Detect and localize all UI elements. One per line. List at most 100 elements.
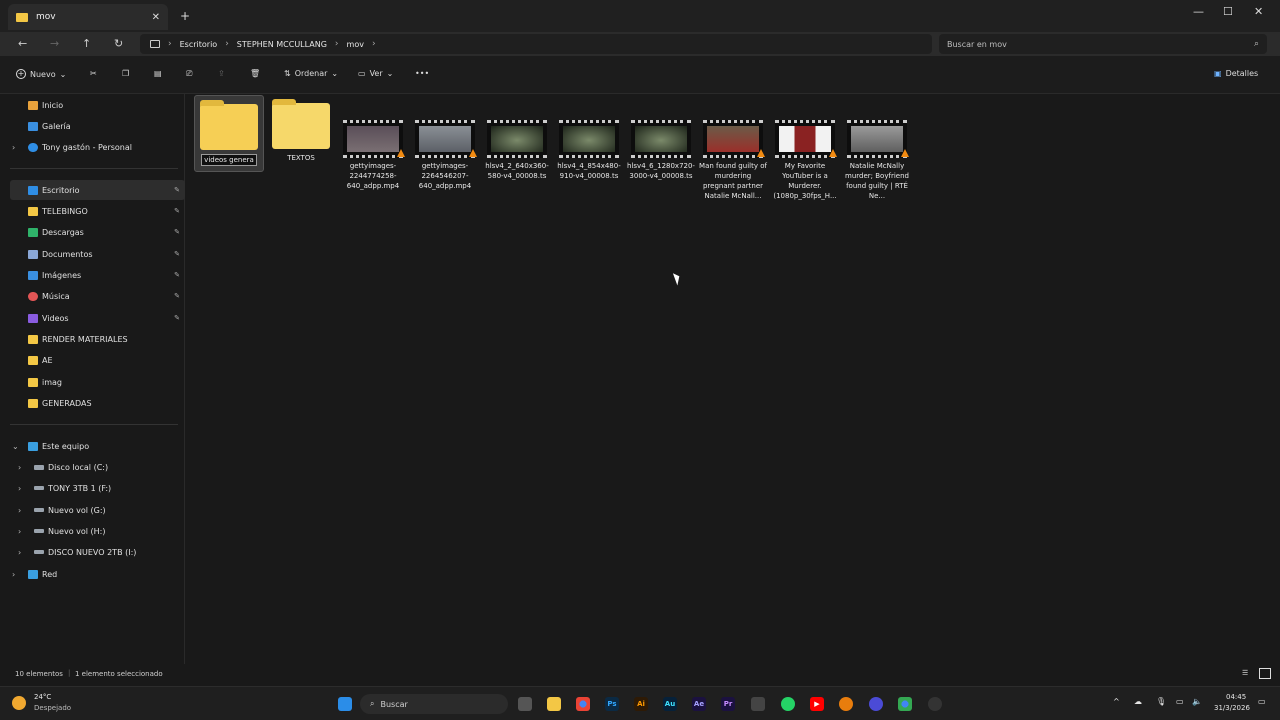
maximize-button[interactable]: ☐ xyxy=(1223,5,1233,18)
sidebar-item-imagenes[interactable]: Imágenes ✎ xyxy=(0,265,185,285)
file-item-video[interactable]: My Favorite YouTuber is a Murderer. (108… xyxy=(770,120,840,201)
notification-icon[interactable]: ▭ xyxy=(1258,697,1266,706)
sidebar-item-render-materiales[interactable]: RENDER MATERIALES xyxy=(0,329,185,349)
task-view-icon[interactable] xyxy=(518,697,532,711)
weather-icon[interactable] xyxy=(12,696,26,710)
chrome-icon[interactable] xyxy=(898,697,912,711)
drive-icon xyxy=(34,550,44,554)
file-item-video[interactable]: Man found guilty of murdering pregnant p… xyxy=(698,120,768,201)
sidebar-item-videos[interactable]: Videos ✎ xyxy=(0,308,185,328)
sidebar-item-este-equipo[interactable]: ⌄ Este equipo xyxy=(0,436,185,456)
breadcrumb-stephen[interactable]: STEPHEN MCCULLANG xyxy=(237,40,327,49)
rename-icon[interactable]: ⎚ xyxy=(186,69,192,79)
sort-button[interactable]: ⇅ Ordenar ⌄ xyxy=(284,69,338,78)
file-item-video[interactable]: hlsv4_6_1280x720-3000-v4_00008.ts xyxy=(626,120,696,181)
up-button[interactable]: ↑ xyxy=(82,37,91,50)
app-icon[interactable] xyxy=(869,697,883,711)
new-button[interactable]: + Nuevo ⌄ xyxy=(16,69,66,79)
file-item-video[interactable]: gettyimages-2244774258-640_adpp.mp4 xyxy=(338,120,408,191)
sidebar-item-red[interactable]: › Red xyxy=(0,564,185,584)
new-tab-button[interactable]: + xyxy=(180,9,190,23)
file-item-video[interactable]: hlsv4_2_640x360-580-v4_00008.ts xyxy=(482,120,552,181)
minimize-button[interactable]: — xyxy=(1193,5,1204,18)
app-icon[interactable] xyxy=(751,697,765,711)
taskbar-search[interactable]: ⌕ Buscar xyxy=(360,694,508,714)
microphone-icon[interactable]: 🎙 xyxy=(1156,697,1166,706)
chevron-right-icon[interactable]: › xyxy=(12,570,15,579)
sidebar-item-imag[interactable]: imag xyxy=(0,372,185,392)
chevron-right-icon[interactable]: › xyxy=(12,143,15,152)
details-button[interactable]: ▣ Detalles xyxy=(1214,69,1258,78)
whatsapp-icon[interactable] xyxy=(781,697,795,711)
file-item-folder[interactable]: TEXTOS xyxy=(266,95,336,163)
close-tab-button[interactable]: ✕ xyxy=(152,12,160,23)
file-explorer-icon[interactable] xyxy=(547,697,561,711)
copy-icon[interactable]: ❐ xyxy=(122,69,129,78)
file-view[interactable]: videos genera TEXTOS gettyimages-2244774… xyxy=(186,94,1280,664)
view-button[interactable]: ▭ Ver ⌄ xyxy=(358,69,393,78)
sidebar-item-drive-f[interactable]: › TONY 3TB 1 (F:) xyxy=(0,478,185,498)
sidebar-item-ae[interactable]: AE xyxy=(0,350,185,370)
refresh-button[interactable]: ↻ xyxy=(114,37,123,50)
tiles-view-icon[interactable] xyxy=(1259,668,1271,679)
chevron-right-icon[interactable]: › xyxy=(18,484,21,493)
sidebar-item-drive-i[interactable]: › DISCO NUEVO 2TB (I:) xyxy=(0,542,185,562)
onedrive-icon[interactable]: ☁ xyxy=(1134,697,1142,706)
breadcrumb[interactable]: › Escritorio › STEPHEN MCCULLANG › mov › xyxy=(140,34,932,54)
clock-date[interactable]: 31/3/2026 xyxy=(1214,704,1250,712)
volume-icon[interactable]: 🔈 xyxy=(1192,697,1202,706)
drive-icon xyxy=(34,486,44,490)
after-effects-icon[interactable]: Ae xyxy=(692,697,706,711)
cut-icon[interactable]: ✂ xyxy=(90,69,97,78)
sidebar-item-telebingo[interactable]: TELEBINGO ✎ xyxy=(0,201,185,221)
back-button[interactable]: ← xyxy=(18,37,27,50)
sidebar-item-onedrive[interactable]: › Tony gastón - Personal xyxy=(0,137,185,157)
details-view-icon[interactable]: ☰ xyxy=(1242,669,1248,677)
photoshop-icon[interactable]: Ps xyxy=(605,697,619,711)
chevron-right-icon[interactable]: › xyxy=(18,527,21,536)
file-item-folder[interactable]: videos genera xyxy=(194,95,264,172)
chevron-right-icon[interactable]: › xyxy=(18,463,21,472)
file-item-video[interactable]: hlsv4_4_854x480-910-v4_00008.ts xyxy=(554,120,624,181)
illustrator-icon[interactable]: Ai xyxy=(634,697,648,711)
folder-icon xyxy=(28,398,38,408)
sidebar-item-documentos[interactable]: Documentos ✎ xyxy=(0,244,185,264)
sidebar-item-escritorio[interactable]: Escritorio ✎ xyxy=(10,180,185,200)
paste-icon[interactable]: ▤ xyxy=(154,69,162,78)
chevron-down-icon[interactable]: ⌄ xyxy=(12,442,19,451)
rename-input[interactable]: videos genera xyxy=(201,154,257,166)
file-item-video[interactable]: gettyimages-2264546207-640_adpp.mp4 xyxy=(410,120,480,191)
search-input[interactable]: Buscar en mov ⌕ xyxy=(939,34,1267,54)
close-window-button[interactable]: ✕ xyxy=(1254,5,1263,18)
audition-icon[interactable]: Au xyxy=(663,697,677,711)
sidebar-item-galeria[interactable]: Galería xyxy=(0,116,185,136)
breadcrumb-mov[interactable]: mov xyxy=(347,40,364,49)
clock-time[interactable]: 04:45 xyxy=(1226,693,1246,701)
sidebar-item-drive-g[interactable]: › Nuevo vol (G:) xyxy=(0,500,185,520)
share-icon[interactable]: ⇪ xyxy=(218,69,225,78)
chevron-right-icon[interactable]: › xyxy=(372,39,376,49)
start-icon[interactable] xyxy=(338,697,352,711)
chevron-right-icon[interactable]: › xyxy=(18,506,21,515)
chevron-up-icon[interactable]: ^ xyxy=(1113,697,1120,706)
sidebar-item-drive-h[interactable]: › Nuevo vol (H:) xyxy=(0,521,185,541)
chevron-right-icon[interactable]: › xyxy=(18,548,21,557)
sidebar-item-inicio[interactable]: Inicio xyxy=(0,95,185,115)
sidebar-item-musica[interactable]: Música ✎ xyxy=(0,286,185,306)
settings-icon[interactable] xyxy=(928,697,942,711)
chrome-icon[interactable] xyxy=(576,697,590,711)
youtube-icon[interactable]: ▶ xyxy=(810,697,824,711)
sidebar-item-descargas[interactable]: Descargas ✎ xyxy=(0,222,185,242)
blender-icon[interactable] xyxy=(839,697,853,711)
breadcrumb-escritorio[interactable]: Escritorio xyxy=(180,40,218,49)
premiere-icon[interactable]: Pr xyxy=(721,697,735,711)
file-item-video[interactable]: Natalie McNally murder; Boyfriend found … xyxy=(842,120,912,201)
chevron-right-icon: › xyxy=(334,39,339,49)
delete-icon[interactable]: 🗑 xyxy=(250,69,260,78)
network-icon[interactable]: ▭ xyxy=(1176,697,1184,706)
sidebar-item-generadas[interactable]: GENERADAS xyxy=(0,393,185,413)
tab-mov[interactable]: mov ✕ xyxy=(8,4,168,30)
more-options-icon[interactable]: ••• xyxy=(415,69,429,78)
forward-button[interactable]: → xyxy=(50,37,59,50)
sidebar-item-drive-c[interactable]: › Disco local (C:) xyxy=(0,457,185,477)
